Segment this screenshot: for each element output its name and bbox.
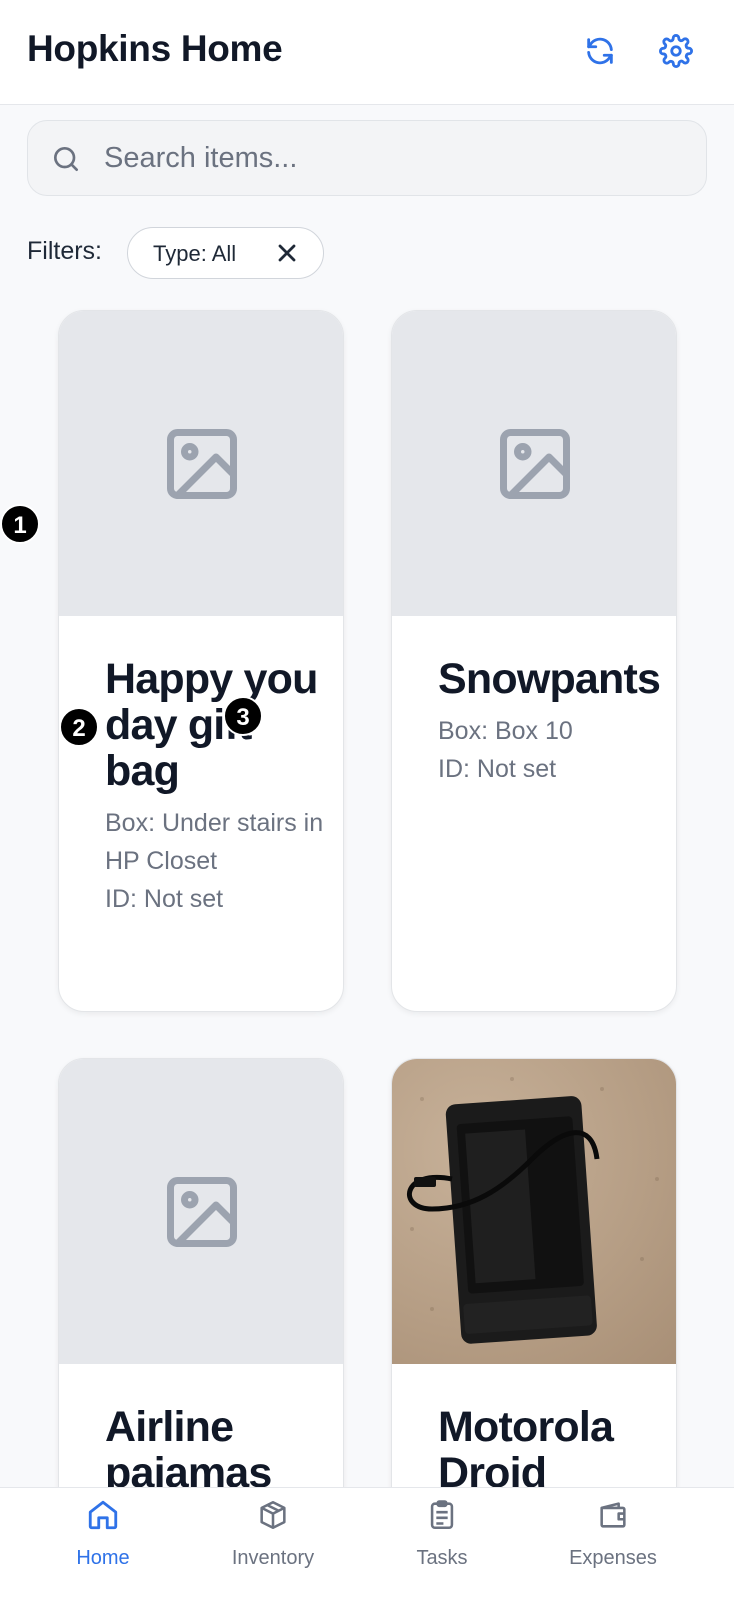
wallet-icon — [596, 1498, 630, 1532]
image-placeholder-icon — [160, 422, 244, 506]
filters-label: Filters: — [27, 237, 102, 265]
item-photo — [392, 1059, 676, 1364]
app-title: Hopkins Home — [27, 28, 283, 69]
item-name: Motorola Droid — [438, 1403, 614, 1497]
nav-label: Inventory — [231, 1547, 315, 1569]
nav-label: Tasks — [416, 1547, 468, 1569]
item-card[interactable]: Snowpants Box: Box 10 ID: Not set — [391, 310, 677, 1012]
refresh-icon[interactable] — [583, 34, 617, 68]
item-image-placeholder — [59, 311, 343, 616]
item-box: Box: Under stairs in HP Closet — [105, 809, 324, 875]
bottom-nav: Home Inventory Tasks Expenses — [0, 1487, 734, 1598]
nav-item-tasks[interactable]: Tasks — [367, 1488, 517, 1598]
item-image-placeholder — [392, 311, 676, 616]
item-id: ID: Not set — [105, 885, 224, 913]
nav-item-inventory[interactable]: Inventory — [198, 1488, 348, 1598]
box-icon — [256, 1498, 290, 1532]
clipboard-icon — [425, 1498, 459, 1532]
item-id: ID: Not set — [438, 755, 557, 783]
annotation-marker: 3 — [223, 696, 263, 736]
annotation-marker: 1 — [0, 504, 40, 544]
item-name: Airline pajamas — [105, 1403, 272, 1497]
item-box: Box: Box 10 — [438, 717, 573, 745]
gear-icon[interactable] — [659, 34, 693, 68]
close-icon[interactable] — [273, 239, 301, 267]
annotation-marker: 2 — [59, 707, 99, 747]
nav-item-expenses[interactable]: Expenses — [538, 1488, 688, 1598]
search-bar[interactable] — [27, 120, 707, 196]
filter-chip-type[interactable]: Type: All — [127, 227, 324, 279]
item-card[interactable]: Happy you day gift bag Box: Under stairs… — [58, 310, 344, 1012]
search-input[interactable] — [104, 135, 684, 181]
image-placeholder-icon — [493, 422, 577, 506]
home-icon — [86, 1498, 120, 1532]
filter-chip-label: Type: All — [153, 241, 237, 266]
item-name: Happy you day gift bag — [105, 655, 318, 795]
item-image-placeholder — [59, 1059, 343, 1364]
nav-label: Home — [76, 1547, 130, 1569]
app-header: Hopkins Home — [0, 0, 734, 105]
search-icon — [50, 143, 82, 175]
nav-label: Expenses — [569, 1547, 657, 1569]
image-placeholder-icon — [160, 1170, 244, 1254]
nav-item-home[interactable]: Home — [28, 1488, 178, 1598]
item-name: Snowpants — [438, 655, 661, 703]
